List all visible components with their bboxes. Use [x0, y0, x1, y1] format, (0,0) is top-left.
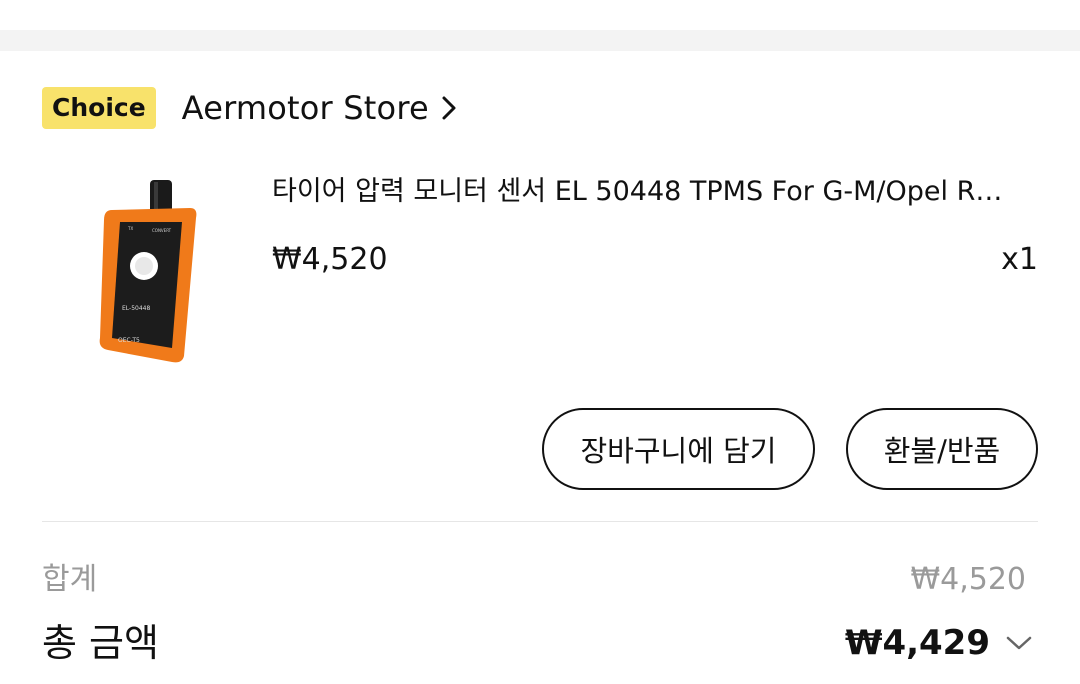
product-title[interactable]: 타이어 압력 모니터 센서 EL 50448 TPMS For G-M/Opel… [272, 172, 1042, 212]
total-label: 총 금액 [42, 621, 159, 665]
product-image-text-brand: OEC-T5 [118, 337, 140, 344]
chevron-right-icon[interactable] [437, 93, 461, 123]
section-separator [0, 30, 1080, 51]
top-area [0, 0, 1080, 30]
product-price: ₩4,520 [272, 242, 388, 277]
product-quantity: x1 [1001, 242, 1038, 277]
divider [42, 521, 1038, 522]
subtotal-label: 합계 [42, 562, 98, 597]
product-image[interactable]: TX CONVERT EL-50448 OEC-T5 [72, 170, 222, 370]
product-image-text-convert: CONVERT [152, 228, 172, 233]
store-name[interactable]: Aermotor Store [182, 89, 429, 127]
choice-badge: Choice [42, 87, 156, 129]
subtotal-value: ₩4,520 [910, 562, 1026, 597]
refund-button[interactable]: 환불/반품 [846, 408, 1038, 490]
product-image-text-model: EL-50448 [122, 305, 150, 312]
total-amount-toggle[interactable]: ₩4,429 [845, 616, 1034, 670]
add-to-cart-button[interactable]: 장바구니에 담기 [542, 408, 815, 490]
chevron-down-icon[interactable] [1004, 633, 1034, 653]
total-value: ₩4,429 [844, 623, 990, 663]
store-header[interactable]: Choice Aermotor Store [42, 86, 461, 130]
product-image-text-tx: TX [127, 226, 133, 231]
